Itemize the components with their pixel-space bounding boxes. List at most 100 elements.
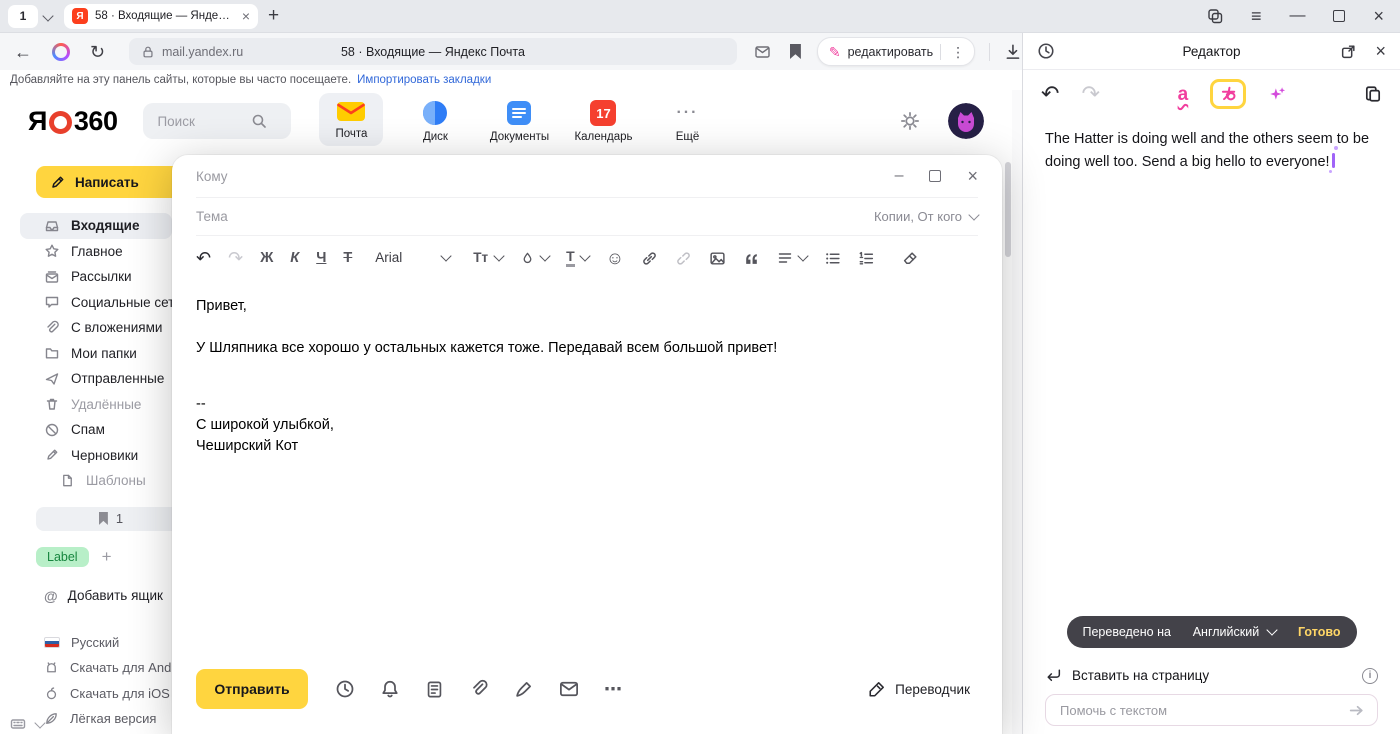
app-docs[interactable]: Документы: [487, 93, 551, 149]
redo-icon[interactable]: ↷: [1081, 83, 1099, 105]
translator-button[interactable]: Переводчик: [868, 680, 970, 698]
tabs-panel-icon[interactable]: [1207, 8, 1223, 24]
bookmark-icon[interactable]: [790, 44, 801, 59]
to-field[interactable]: Кому: [196, 169, 228, 184]
note-icon[interactable]: [425, 680, 444, 699]
app-disk[interactable]: Диск: [403, 93, 467, 149]
tab-title: 58 · Входящие — Яндекс Почта: [95, 10, 235, 22]
avatar[interactable]: [948, 103, 984, 139]
envelope-icon[interactable]: [559, 679, 579, 699]
mail-collector-icon[interactable]: [753, 44, 772, 60]
subject-field[interactable]: Тема: [196, 209, 228, 224]
scrollbar[interactable]: [1004, 150, 1012, 734]
panel-toggle-icon[interactable]: [10, 716, 26, 732]
mail-app-icon: [336, 100, 366, 123]
chevron-down-icon: [797, 250, 808, 261]
label-tag[interactable]: Label: [36, 547, 89, 567]
font-select[interactable]: Arial: [375, 251, 450, 265]
new-tab-button[interactable]: +: [268, 5, 279, 27]
numbered-list-icon[interactable]: [858, 250, 875, 267]
downloads-icon[interactable]: [1004, 43, 1022, 61]
open-window-icon[interactable]: [1340, 43, 1357, 60]
unlink-icon[interactable]: [675, 250, 692, 267]
copy-icon[interactable]: [1364, 85, 1382, 103]
text-color-button[interactable]: Т: [566, 249, 589, 267]
minimize-compose-icon[interactable]: –: [895, 168, 904, 184]
info-icon[interactable]: i: [1362, 668, 1378, 684]
prompt-input[interactable]: [1058, 702, 1348, 719]
done-button[interactable]: Готово: [1298, 625, 1341, 639]
more-options-icon[interactable]: ⋮: [948, 45, 968, 59]
paper-plane-icon: [44, 371, 60, 387]
browser-tab[interactable]: Я 58 · Входящие — Яндекс Почта ×: [64, 4, 258, 29]
sparkles-icon[interactable]: [1268, 85, 1286, 103]
search-icon[interactable]: [251, 113, 267, 129]
chevron-down-icon[interactable]: [34, 717, 45, 728]
app-calendar[interactable]: 17 Календарь: [571, 93, 635, 149]
language-select[interactable]: Английский: [1193, 625, 1276, 639]
folder-inbox[interactable]: Входящие: [20, 213, 172, 239]
address-bar[interactable]: mail.yandex.ru 58 · Входящие — Яндекс По…: [129, 38, 737, 65]
translate-button-highlighted[interactable]: [1210, 79, 1246, 109]
quote-icon[interactable]: [743, 250, 760, 267]
minimize-icon[interactable]: —: [1289, 8, 1305, 24]
spellcheck-button[interactable]: a: [1178, 85, 1189, 104]
alice-icon[interactable]: [52, 43, 70, 61]
image-icon[interactable]: [709, 250, 726, 267]
insert-label: Вставить на страницу: [1072, 668, 1209, 683]
clear-format-icon[interactable]: [902, 250, 919, 267]
tab-close-icon[interactable]: ×: [242, 9, 250, 23]
history-clock-icon[interactable]: [1037, 42, 1055, 60]
close-panel-icon[interactable]: ×: [1375, 42, 1386, 60]
tab-counter[interactable]: 1: [8, 5, 38, 28]
undo-icon[interactable]: ↶: [196, 249, 211, 267]
disk-app-icon: [422, 100, 448, 126]
pen-icon[interactable]: [514, 679, 534, 699]
link-label: Русский: [71, 635, 119, 650]
prompt-box[interactable]: [1045, 694, 1378, 726]
bold-button[interactable]: Ж: [260, 251, 273, 266]
mailings-icon: [44, 269, 60, 285]
yandex-360-logo[interactable]: Я 360: [28, 106, 117, 137]
app-mail[interactable]: Почта: [319, 93, 383, 146]
italic-button[interactable]: К: [290, 251, 299, 266]
maximize-icon[interactable]: [1333, 10, 1345, 22]
undo-icon[interactable]: ↶: [1041, 83, 1059, 105]
insert-row[interactable]: Вставить на страницу i: [1045, 667, 1378, 684]
chevron-down-icon[interactable]: [42, 10, 53, 21]
close-window-icon[interactable]: ×: [1373, 7, 1384, 25]
scrollbar-thumb[interactable]: [1005, 162, 1011, 257]
import-bookmarks-link[interactable]: Импортировать закладки: [357, 74, 491, 86]
send-prompt-icon[interactable]: [1348, 702, 1365, 719]
gear-icon[interactable]: [900, 111, 920, 131]
search-input[interactable]: [155, 113, 251, 130]
back-icon[interactable]: ←: [14, 43, 32, 61]
folder-label: Мои папки: [71, 346, 137, 361]
compose-body[interactable]: Привет, У Шляпника все хорошо у остальны…: [196, 280, 978, 660]
more-actions-icon[interactable]: ⋯: [604, 680, 622, 698]
send-button[interactable]: Отправить: [196, 669, 308, 709]
redo-icon[interactable]: ↷: [228, 249, 243, 267]
expand-compose-icon[interactable]: [929, 170, 941, 182]
link-icon[interactable]: [641, 250, 658, 267]
refresh-icon[interactable]: ↻: [90, 43, 105, 61]
search-box[interactable]: [143, 103, 291, 139]
bookmarked-filter[interactable]: 1: [36, 507, 186, 531]
attach-paperclip-icon[interactable]: [469, 679, 489, 699]
star-icon: [44, 243, 60, 259]
bullet-list-icon[interactable]: [824, 250, 841, 267]
cc-from-toggle[interactable]: Копии, От кого: [874, 209, 978, 224]
schedule-clock-icon[interactable]: [335, 679, 355, 699]
underline-button[interactable]: Ч: [316, 251, 326, 266]
close-compose-icon[interactable]: ×: [967, 167, 978, 185]
highlight-color-button[interactable]: [520, 251, 549, 266]
align-button[interactable]: [777, 250, 807, 266]
menu-icon[interactable]: ≡: [1251, 7, 1262, 25]
add-label-icon[interactable]: +: [102, 548, 112, 565]
bell-icon[interactable]: [380, 679, 400, 699]
font-size-select[interactable]: Тт: [473, 251, 503, 265]
strikethrough-button[interactable]: Т: [343, 251, 352, 266]
edit-pill-button[interactable]: ✎ редактировать ⋮: [817, 37, 975, 66]
emoji-icon[interactable]: ☺: [606, 249, 624, 267]
app-more[interactable]: ··· Ещё: [655, 93, 719, 149]
